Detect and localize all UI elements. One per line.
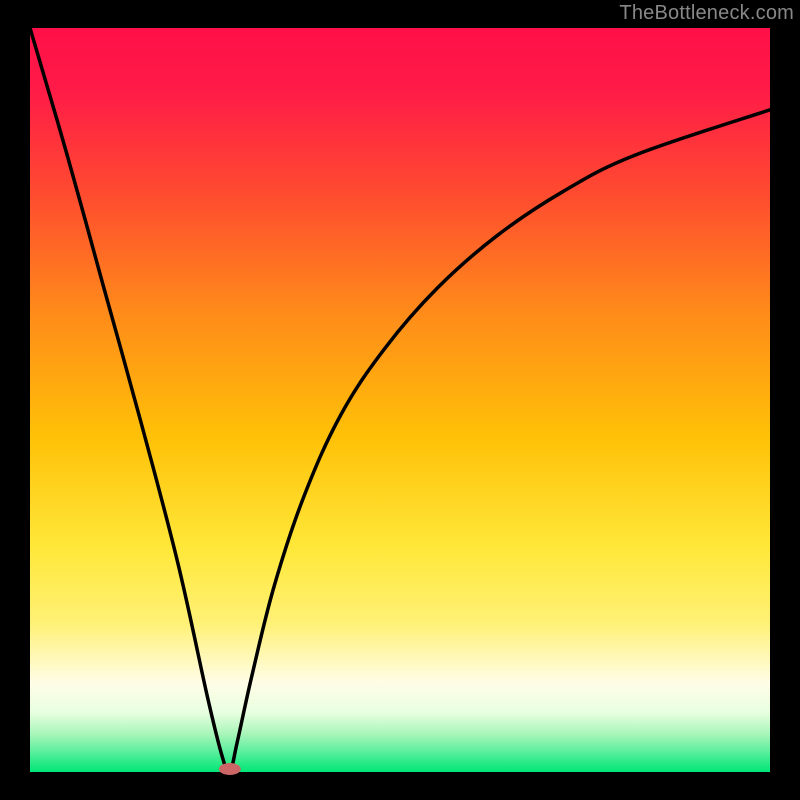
chart-frame: { "watermark": "TheBottleneck.com", "cha…	[0, 0, 800, 800]
min-marker	[219, 763, 241, 775]
watermark: TheBottleneck.com	[619, 2, 794, 25]
chart-svg	[0, 0, 800, 800]
plot-area	[30, 28, 770, 772]
